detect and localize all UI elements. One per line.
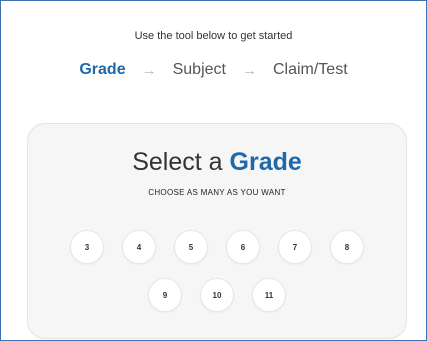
grade-button-9[interactable]: 9 [148,278,182,312]
card-title-strong: Grade [229,148,302,176]
grade-button-7[interactable]: 7 [278,230,312,264]
grade-button-3[interactable]: 3 [70,230,104,264]
step-claim-test: Claim/Test [272,61,348,78]
grade-selection-card: Select a Grade CHOOSE AS MANY AS YOU WAN… [27,123,407,339]
grade-button-6[interactable]: 6 [226,230,260,264]
grade-button-11[interactable]: 11 [252,278,286,312]
grade-button-8[interactable]: 8 [330,230,364,264]
arrow-right-icon: → [141,61,157,79]
arrow-right-icon: → [241,61,257,79]
page-frame: Use the tool below to get started Grade … [0,0,427,341]
grade-button-5[interactable]: 5 [174,230,208,264]
grade-row-1: 3 4 5 6 7 8 [28,230,406,264]
card-title-prefix: Select a [132,148,223,176]
intro-text: Use the tool below to get started [134,30,293,42]
grade-button-10[interactable]: 10 [200,278,234,312]
grade-row-2: 9 10 11 [28,278,406,312]
step-grade: Grade [79,61,126,78]
step-indicator: Grade → Subject → Claim/Test [1,61,426,79]
card-title: Select a Grade [28,148,406,177]
step-subject: Subject [172,61,226,78]
grade-button-4[interactable]: 4 [122,230,156,264]
card-subtitle: CHOOSE AS MANY AS YOU WANT [148,188,286,197]
